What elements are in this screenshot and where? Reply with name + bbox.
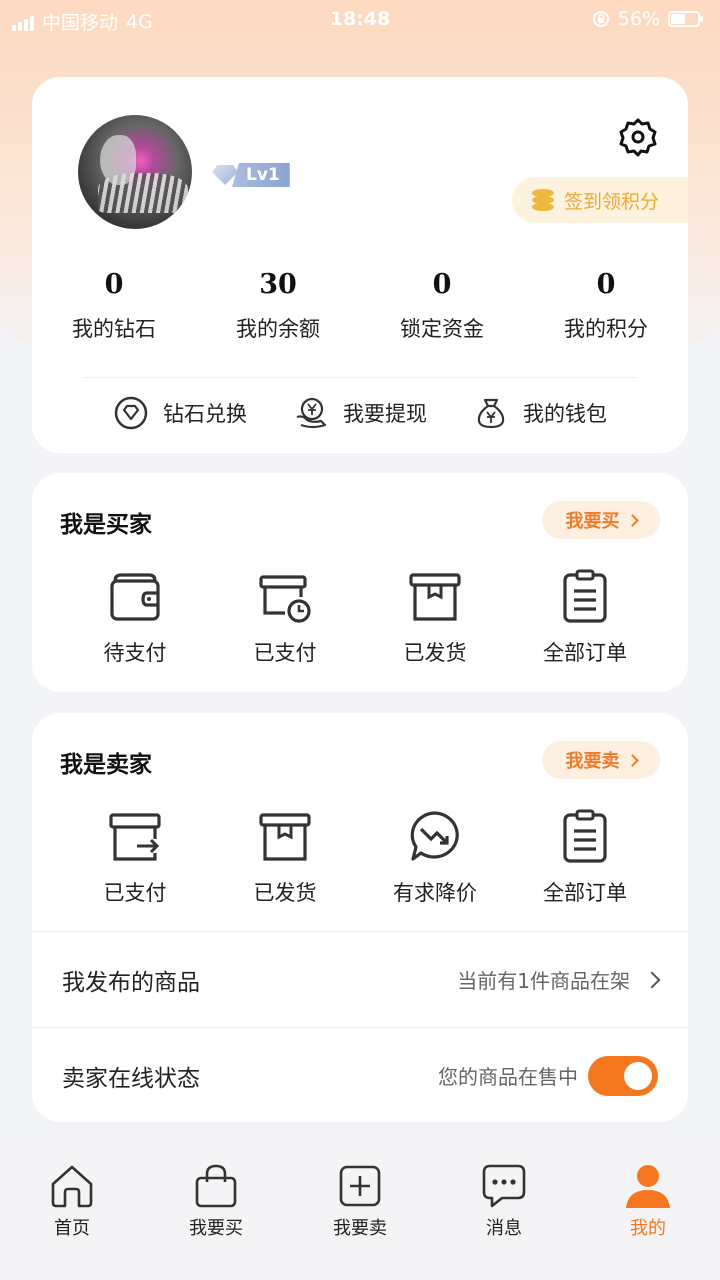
status-right: 56% — [592, 8, 703, 30]
checkin-label: 签到领积分 — [564, 190, 660, 213]
level-badge: Lv1 — [212, 163, 290, 187]
quick-link-label: 我要提现 — [343, 402, 427, 426]
online-status-row: 卖家在线状态 您的商品在售中 — [32, 1027, 688, 1123]
buyer-shipped[interactable]: 已发货 — [360, 569, 510, 667]
settings-gear-icon[interactable] — [618, 117, 658, 157]
seller-price-drop[interactable]: 有求降价 — [360, 809, 510, 907]
buyer-icon-row: 待支付 已支付 已发货 全部订单 — [60, 569, 660, 667]
stat-diamonds[interactable]: 0 我的钻石 — [32, 269, 196, 343]
order-list-icon — [563, 809, 607, 863]
want-sell-button[interactable]: 我要卖 — [542, 741, 660, 779]
seller-item-label: 有求降价 — [393, 881, 477, 905]
seller-all-orders[interactable]: 全部订单 — [510, 809, 660, 907]
box-arrow-icon — [109, 813, 161, 861]
stat-label: 我的钻石 — [72, 317, 156, 341]
buyer-pending-payment[interactable]: 待支付 — [60, 569, 210, 667]
online-status-toggle[interactable] — [588, 1055, 658, 1096]
want-buy-button[interactable]: 我要买 — [542, 501, 660, 539]
tab-sell[interactable]: 我要卖 — [288, 1148, 432, 1280]
shopping-bag-icon — [195, 1164, 237, 1208]
tab-label: 我的 — [630, 1218, 666, 1239]
tab-home[interactable]: 首页 — [0, 1148, 144, 1280]
seller-item-label: 已支付 — [103, 881, 167, 905]
stat-value: 0 — [596, 269, 616, 300]
seller-shipped[interactable]: 已发货 — [210, 809, 360, 907]
buyer-card: 我是买家 我要买 待支付 已支付 已发货 全部订单 — [32, 473, 688, 692]
level-text: Lv1 — [232, 163, 290, 187]
tab-label: 首页 — [54, 1218, 90, 1239]
profile-card: Lv1 签到领积分 0 我的钻石 30 我的余额 0 锁定资金 0 我的积分 钻… — [32, 77, 688, 453]
buyer-item-label: 已支付 — [253, 641, 317, 665]
rotation-lock-icon — [592, 11, 609, 27]
buyer-all-orders[interactable]: 全部订单 — [510, 569, 660, 667]
divider — [84, 377, 636, 378]
stat-locked-funds[interactable]: 0 锁定资金 — [360, 269, 524, 343]
published-goods-row[interactable]: 我发布的商品 当前有1件商品在架 — [32, 931, 688, 1027]
stat-value: 0 — [432, 269, 452, 300]
checkin-button[interactable]: 签到领积分 — [512, 177, 688, 223]
want-sell-label: 我要卖 — [565, 751, 620, 772]
stat-value: 30 — [259, 269, 297, 300]
tab-mine[interactable]: 我的 — [576, 1148, 720, 1280]
seller-item-label: 全部订单 — [543, 881, 627, 905]
stat-label: 锁定资金 — [400, 317, 484, 341]
quick-link-label: 我的钱包 — [523, 402, 607, 426]
battery-percent: 56% — [617, 8, 660, 30]
stat-points[interactable]: 0 我的积分 — [524, 269, 688, 343]
published-goods-label: 我发布的商品 — [62, 969, 200, 996]
buyer-item-label: 全部订单 — [543, 641, 627, 665]
chevron-right-icon — [625, 513, 639, 527]
message-icon — [482, 1164, 526, 1208]
online-status-value: 您的商品在售中 — [438, 1065, 578, 1089]
want-buy-label: 我要买 — [565, 511, 620, 532]
bottom-tab-bar: 首页 我要买 我要卖 消息 我的 — [0, 1148, 720, 1280]
coins-icon — [532, 189, 554, 211]
quick-links: 钻石兑换 我要提现 我的钱包 — [32, 395, 688, 431]
price-drop-chat-icon — [410, 811, 459, 861]
buyer-item-label: 待支付 — [103, 641, 167, 665]
quick-link-label: 钻石兑换 — [163, 402, 247, 426]
tab-label: 我要买 — [189, 1218, 243, 1239]
diamond-exchange-link[interactable]: 钻石兑换 — [113, 395, 247, 431]
paid-clock-icon — [259, 575, 311, 623]
battery-icon — [668, 11, 703, 27]
published-goods-value: 当前有1件商品在架 — [457, 969, 630, 993]
tab-buy[interactable]: 我要买 — [144, 1148, 288, 1280]
seller-card: 我是卖家 我要卖 已支付 已发货 有求降价 全部订单 我发布的商品 当前有1件商… — [32, 713, 688, 1122]
wallet-icon — [110, 573, 160, 621]
person-icon — [626, 1165, 670, 1208]
tab-label: 消息 — [486, 1218, 522, 1239]
stat-label: 我的积分 — [564, 317, 648, 341]
home-icon — [51, 1165, 93, 1208]
box-icon — [409, 573, 461, 621]
box-icon — [259, 813, 311, 861]
diamond-exchange-icon — [114, 396, 148, 430]
avatar[interactable] — [78, 115, 192, 229]
withdraw-link[interactable]: 我要提现 — [293, 395, 427, 431]
order-list-icon — [563, 569, 607, 623]
stat-label: 我的余额 — [236, 317, 320, 341]
buyer-section-title: 我是买家 — [60, 512, 152, 538]
seller-paid[interactable]: 已支付 — [60, 809, 210, 907]
add-square-icon — [339, 1165, 381, 1207]
withdraw-icon — [296, 397, 327, 429]
stat-balance[interactable]: 30 我的余额 — [196, 269, 360, 343]
online-status-label: 卖家在线状态 — [62, 1065, 200, 1092]
tab-messages[interactable]: 消息 — [432, 1148, 576, 1280]
seller-section-title: 我是卖家 — [60, 752, 152, 778]
seller-icon-row: 已支付 已发货 有求降价 全部订单 — [60, 809, 660, 907]
buyer-item-label: 已发货 — [403, 641, 467, 665]
buyer-paid[interactable]: 已支付 — [210, 569, 360, 667]
chevron-right-icon — [625, 753, 639, 767]
wallet-link[interactable]: 我的钱包 — [473, 395, 607, 431]
status-bar: 中国移动 4G 18:48 56% — [0, 0, 720, 36]
tab-label: 我要卖 — [333, 1218, 387, 1239]
stats-row: 0 我的钻石 30 我的余额 0 锁定资金 0 我的积分 — [32, 269, 688, 343]
wallet-bag-icon — [477, 398, 505, 429]
seller-item-label: 已发货 — [253, 881, 317, 905]
stat-value: 0 — [104, 269, 124, 300]
chevron-right-icon — [643, 971, 661, 988]
